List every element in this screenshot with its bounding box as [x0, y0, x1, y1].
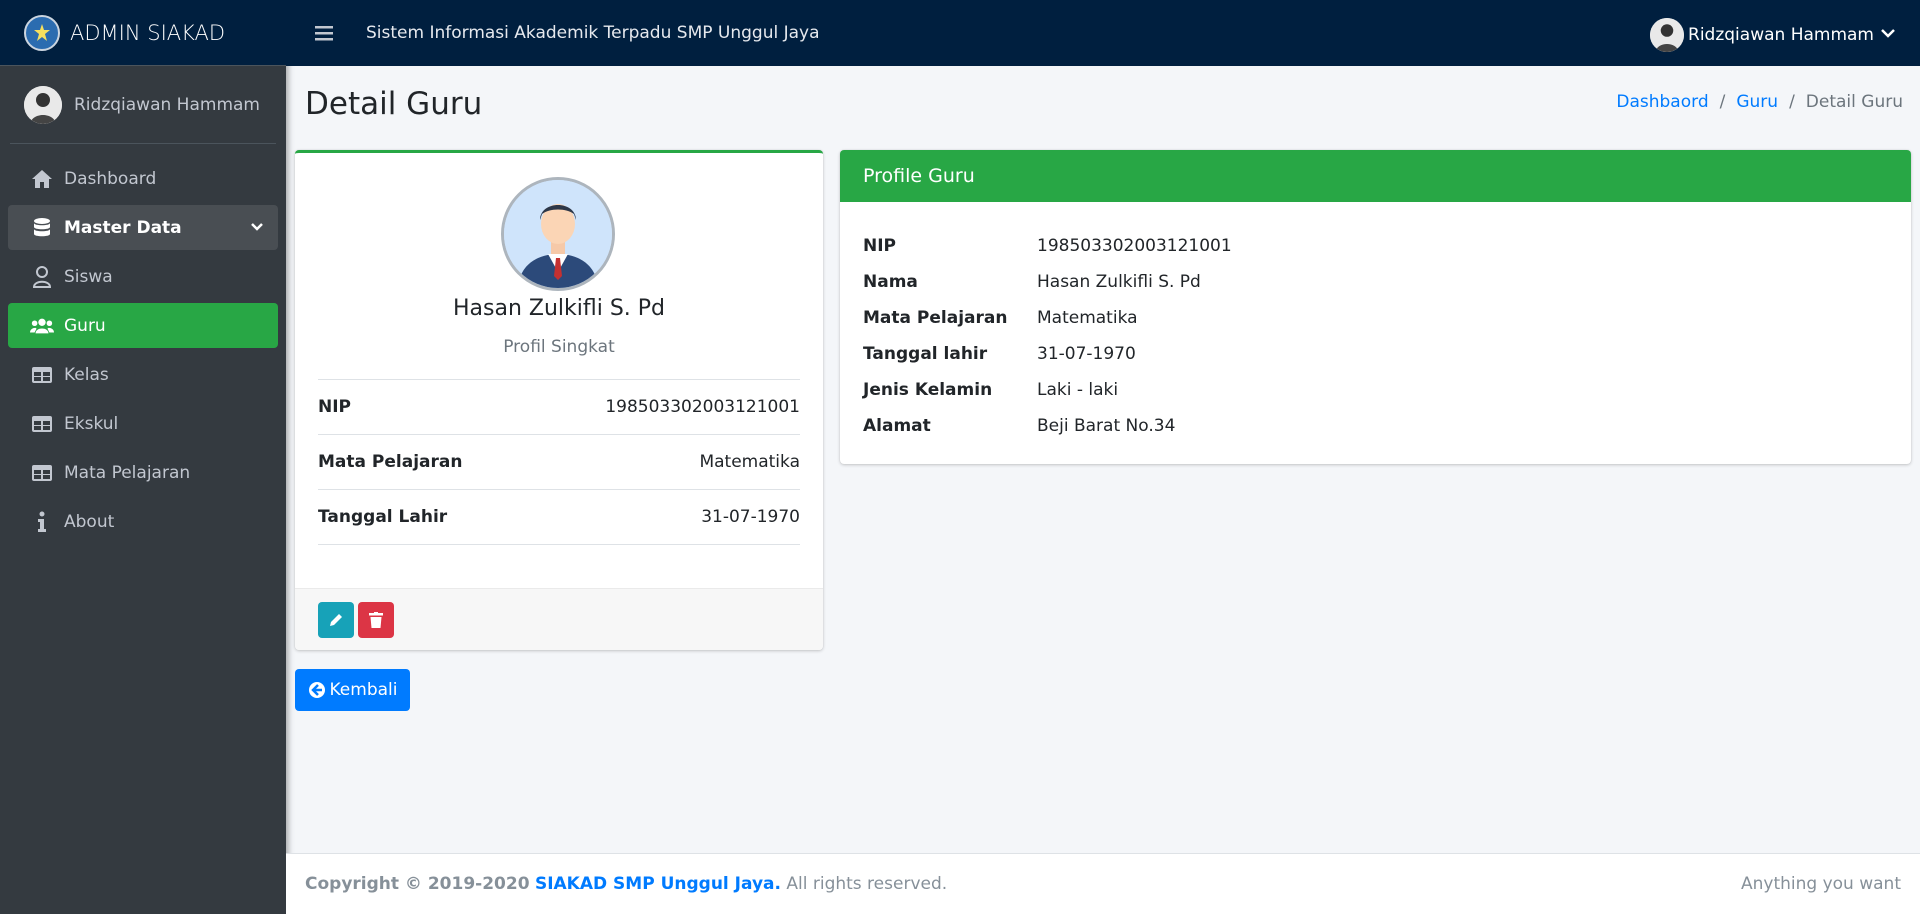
rights-text: All rights reserved.: [786, 874, 948, 894]
sidebar-item-label: Guru: [64, 315, 106, 336]
sidebar-user-name: Ridzqiawan Hammam: [74, 94, 260, 115]
table-icon: [30, 412, 54, 436]
footer-right-text: Anything you want: [1741, 874, 1901, 894]
system-title: Sistem Informasi Akademik Terpadu SMP Un…: [366, 23, 820, 43]
detail-value: Hasan Zulkifli S. Pd: [1037, 272, 1201, 292]
sidebar-item-ekskul[interactable]: Ekskul: [8, 401, 278, 446]
back-button[interactable]: Kembali: [295, 669, 410, 711]
profile-summary-list: NIP 198503302003121001 Mata Pelajaran Ma…: [318, 379, 800, 545]
top-user-name: Ridzqiawan Hammam: [1688, 25, 1874, 45]
list-item-label: NIP: [318, 397, 352, 417]
breadcrumb-current: Detail Guru: [1805, 92, 1903, 112]
main-sidebar: ADMIN SIAKAD Ridzqiawan Hammam Dashboard…: [0, 0, 286, 914]
table-row: Alamat Beji Barat No.34: [863, 408, 1232, 444]
home-icon: [30, 167, 54, 191]
top-navbar: Sistem Informasi Akademik Terpadu SMP Un…: [286, 0, 1920, 66]
sidebar-item-kelas[interactable]: Kelas: [8, 352, 278, 397]
table-row: NIP 198503302003121001: [863, 228, 1232, 264]
chevron-down-icon: [250, 218, 264, 241]
detail-label: Nama: [863, 272, 918, 292]
list-item: NIP 198503302003121001: [318, 380, 800, 435]
list-item-value: Matematika: [699, 452, 800, 472]
breadcrumb-separator: /: [1719, 92, 1726, 112]
copyright-text: Copyright © 2019-2020: [305, 874, 530, 894]
detail-label: Jenis Kelamin: [863, 380, 993, 400]
detail-value: 31-07-1970: [1037, 344, 1136, 364]
user-avatar: [1650, 18, 1685, 52]
table-icon: [30, 461, 54, 485]
list-item-value: 198503302003121001: [605, 397, 800, 417]
sidebar-item-label: Kelas: [64, 364, 109, 385]
chevron-down-icon: [1880, 25, 1896, 46]
detail-value: Matematika: [1037, 308, 1138, 328]
user-icon: [30, 265, 54, 289]
table-row: Jenis Kelamin Laki - laki: [863, 372, 1232, 408]
sidebar-item-label: Ekskul: [64, 413, 119, 434]
sidebar-item-master-data[interactable]: Master Data: [8, 205, 278, 250]
sidebar-item-guru[interactable]: Guru: [8, 303, 278, 348]
sidebar-user-panel[interactable]: Ridzqiawan Hammam: [10, 66, 276, 144]
list-item-label: Tanggal Lahir: [318, 507, 448, 527]
edit-button[interactable]: [318, 602, 354, 638]
detail-table: NIP 198503302003121001 Nama Hasan Zulkif…: [863, 228, 1232, 444]
sidebar-item-label: Dashboard: [64, 168, 157, 189]
detail-label: Alamat: [863, 416, 931, 436]
content-header: Detail Guru Dashbaord / Guru / Detail Gu…: [286, 66, 1920, 146]
brand-link[interactable]: ADMIN SIAKAD: [0, 0, 286, 66]
sidebar-nav: Dashboard Master Data Siswa Guru Kelas E…: [0, 156, 286, 544]
detail-value: 198503302003121001: [1037, 236, 1232, 256]
page-title: Detail Guru: [305, 86, 483, 122]
user-menu-dropdown[interactable]: Ridzqiawan Hammam: [1650, 18, 1896, 52]
profile-subtitle: Profil Singkat: [503, 337, 615, 357]
breadcrumb-link-dashboard[interactable]: Dashbaord: [1616, 92, 1708, 112]
detail-label: NIP: [863, 236, 897, 256]
footer-copyright: Copyright © 2019-2020 SIAKAD SMP Unggul …: [305, 874, 947, 894]
list-item-label: Mata Pelajaran: [318, 452, 463, 472]
table-row: Mata Pelajaran Matematika: [863, 300, 1232, 336]
brand-logo-icon: [24, 14, 60, 51]
users-icon: [30, 314, 54, 338]
profile-card: Hasan Zulkifli S. Pd Profil Singkat NIP …: [295, 150, 823, 650]
table-row: Tanggal lahir 31-07-1970: [863, 336, 1232, 372]
sidebar-item-label: Mata Pelajaran: [64, 462, 191, 483]
teacher-name: Hasan Zulkifli S. Pd: [452, 296, 666, 321]
detail-label: Mata Pelajaran: [863, 308, 1008, 328]
detail-value: Laki - laki: [1037, 380, 1119, 400]
sidebar-item-dashboard[interactable]: Dashboard: [8, 156, 278, 201]
table-icon: [30, 363, 54, 387]
pencil-icon: [330, 614, 342, 626]
menu-toggle-icon[interactable]: [312, 21, 336, 45]
detail-card-title: Profile Guru: [840, 150, 1911, 202]
teacher-avatar: [501, 177, 615, 291]
sidebar-item-label: Master Data: [64, 217, 182, 238]
breadcrumb-link-guru[interactable]: Guru: [1736, 92, 1778, 112]
sidebar-item-mata-pelajaran[interactable]: Mata Pelajaran: [8, 450, 278, 495]
sidebar-item-siswa[interactable]: Siswa: [8, 254, 278, 299]
footer-link[interactable]: SIAKAD SMP Unggul Jaya.: [535, 874, 781, 894]
list-item-value: 31-07-1970: [701, 507, 800, 527]
breadcrumb-separator: /: [1789, 92, 1795, 112]
sidebar-item-about[interactable]: About: [8, 499, 278, 544]
breadcrumb: Dashbaord / Guru / Detail Guru: [1616, 92, 1903, 112]
trash-icon: [369, 612, 383, 628]
list-item: Mata Pelajaran Matematika: [318, 435, 800, 490]
page-footer: Copyright © 2019-2020 SIAKAD SMP Unggul …: [286, 853, 1920, 914]
detail-label: Tanggal lahir: [863, 344, 988, 364]
teacher-detail-card: Profile Guru NIP 198503302003121001 Nama…: [840, 150, 1911, 464]
info-icon: [30, 510, 54, 534]
delete-button[interactable]: [358, 602, 394, 638]
back-button-label: Kembali: [329, 680, 398, 700]
database-icon: [30, 216, 54, 240]
arrow-circle-left-icon: [308, 681, 326, 699]
detail-value: Beji Barat No.34: [1037, 416, 1176, 436]
profile-card-footer: [295, 588, 823, 650]
brand-title: ADMIN SIAKAD: [70, 20, 226, 45]
list-item: Tanggal Lahir 31-07-1970: [318, 490, 800, 545]
user-avatar: [24, 85, 62, 124]
table-row: Nama Hasan Zulkifli S. Pd: [863, 264, 1232, 300]
sidebar-item-label: Siswa: [64, 266, 113, 287]
sidebar-item-label: About: [64, 511, 115, 532]
